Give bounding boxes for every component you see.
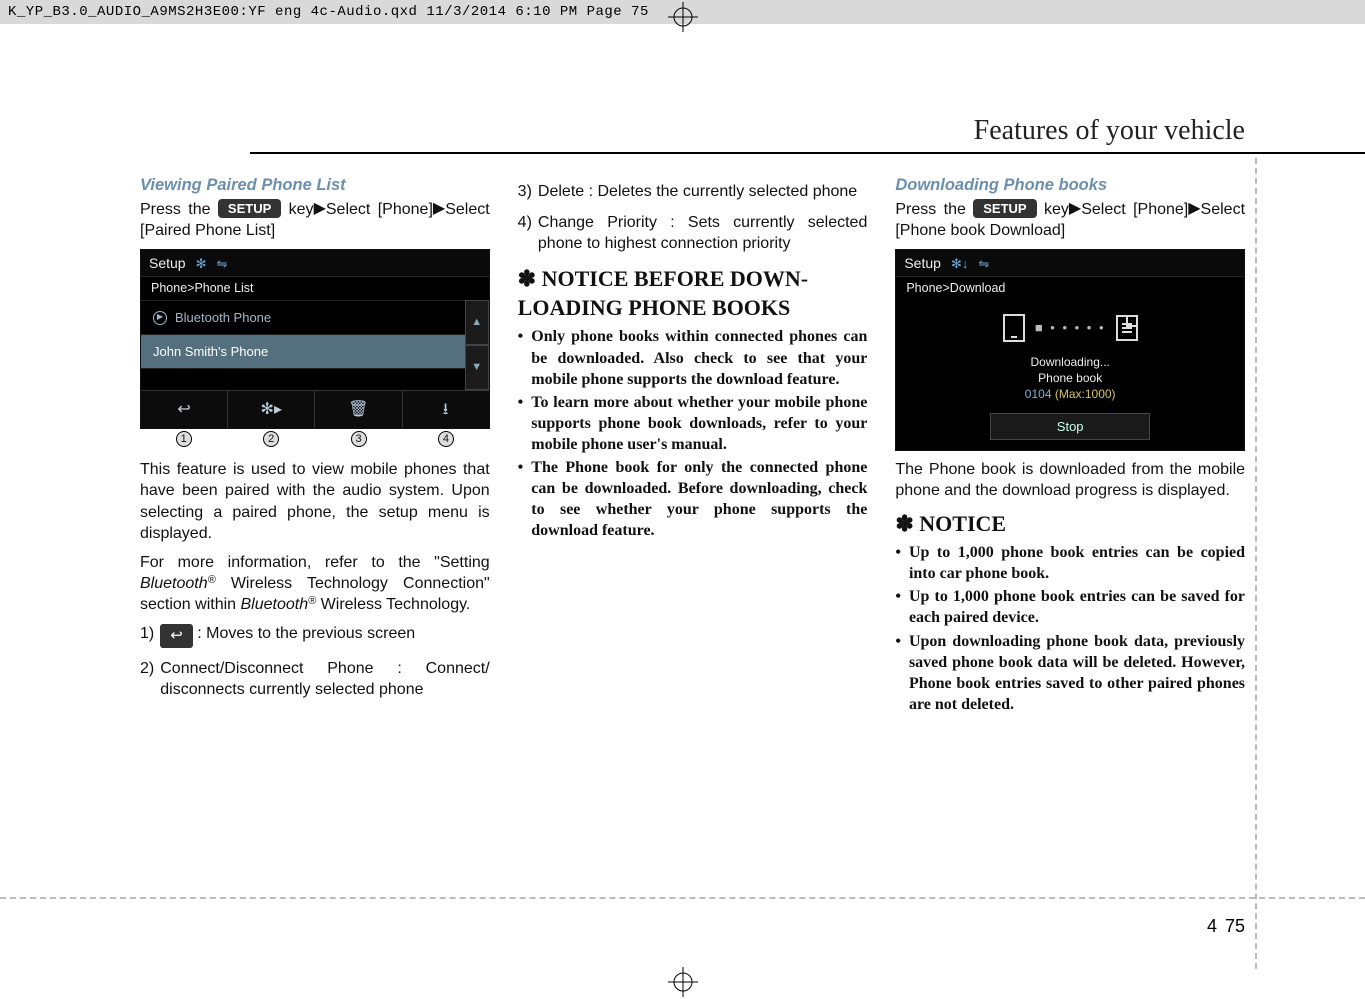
col2-bullets: •Only phone books within connected phone… xyxy=(518,326,868,541)
col1-heading: Viewing Paired Phone List xyxy=(140,175,490,197)
setup-key-pill: SETUP xyxy=(218,199,281,218)
horizontal-rule xyxy=(250,152,1365,154)
col2-bullet-1: •Only phone books within connected phone… xyxy=(518,326,868,389)
shot2-title: Setup xyxy=(904,254,941,272)
scroll-down-icon[interactable]: ▼ xyxy=(465,345,489,390)
stop-button[interactable]: Stop xyxy=(990,413,1150,440)
registration-mark-bottom xyxy=(668,967,698,997)
list-item-3: 3)Delete : Deletes the currently selecte… xyxy=(518,181,868,202)
phone-row-1[interactable]: ▶Bluetooth Phone xyxy=(141,300,465,334)
footer-circle-labels: 1 2 3 4 xyxy=(140,429,490,447)
shot1-title: Setup xyxy=(149,254,186,272)
phone-row-empty xyxy=(141,368,465,390)
carlink-icon: ⇋ xyxy=(217,255,228,272)
col3-bullet-3: •Upon downloading phone book data, previ… xyxy=(895,631,1245,715)
shot1-breadcrumb: Phone>Phone List xyxy=(141,276,489,300)
phone-row-2-selected[interactable]: John Smith's Phone xyxy=(141,334,465,368)
scroll-bar[interactable]: ▲ ▼ xyxy=(465,300,489,390)
col3-notice-title: ✽ NOTICE xyxy=(895,509,1245,538)
scroll-up-icon[interactable]: ▲ xyxy=(465,300,489,345)
section-title: Features of your vehicle xyxy=(974,115,1245,147)
bluetooth-icon: ✻ xyxy=(196,255,207,272)
col3-heading: Downloading Phone books xyxy=(895,175,1245,197)
footer-priority-icon[interactable]: ⭳ xyxy=(403,391,489,428)
footer-delete-icon[interactable]: 🗑 xyxy=(315,391,402,428)
col1-numlist: 1) ↩ : Moves to the previous screen 2) C… xyxy=(140,623,490,700)
document-icon xyxy=(1116,315,1138,341)
bluetooth-download-icon: ✻↓ xyxy=(951,255,968,272)
col2-numlist: 3)Delete : Deletes the currently selecte… xyxy=(518,181,868,254)
col1-para2: For more information, refer to the "Sett… xyxy=(140,552,490,615)
col3-intro: Press the SETUP key▶Select [Phone]▶Selec… xyxy=(895,199,1245,241)
list-item-4: 4)Change Priority : Sets currently selec… xyxy=(518,212,868,254)
col3-bullet-2: •Up to 1,000 phone book entries can be s… xyxy=(895,586,1245,628)
progress-dots-icon: ■ • • • • • xyxy=(1035,319,1106,336)
col3-bullet-1: •Up to 1,000 phone book entries can be c… xyxy=(895,542,1245,584)
phone-device-icon xyxy=(1003,314,1025,342)
download-body: ■ • • • • • Downloading... Phone book 01… xyxy=(896,300,1244,450)
carlink-icon: ⇋ xyxy=(978,255,989,272)
download-screenshot: Setup ✻↓ ⇋ Phone>Download ■ • • • • • Do… xyxy=(895,249,1245,451)
column-3: Downloading Phone books Press the SETUP … xyxy=(895,175,1245,721)
page-number: 475 xyxy=(1207,916,1245,937)
crop-guide-horizontal xyxy=(0,897,1365,899)
shot2-breadcrumb: Phone>Download xyxy=(896,276,1244,300)
phone-list-screenshot: Setup ✻ ⇋ Phone>Phone List ▶Bluetooth Ph… xyxy=(140,249,490,429)
download-text: Downloading... Phone book 0104 (Max:1000… xyxy=(896,354,1244,403)
list-item-1: 1) ↩ : Moves to the previous screen xyxy=(140,623,490,648)
shot1-footer: ↩ ✻▸ 🗑 ⭳ xyxy=(141,390,489,428)
content-columns: Viewing Paired Phone List Press the SETU… xyxy=(140,175,1245,721)
registration-mark-top xyxy=(668,2,698,32)
back-arrow-icon: ↩ xyxy=(160,624,193,648)
col2-notice-title: ✽ NOTICE BEFORE DOWN-LOADING PHONE BOOKS xyxy=(518,264,868,322)
col3-para1: The Phone book is downloaded from the mo… xyxy=(895,459,1245,501)
crop-guide-vertical xyxy=(1255,158,1257,969)
setup-key-pill: SETUP xyxy=(973,199,1036,218)
footer-back-icon[interactable]: ↩ xyxy=(141,391,228,428)
col2-bullet-2: •To learn more about whether your mobile… xyxy=(518,392,868,455)
col2-bullet-3: •The Phone book for only the connected p… xyxy=(518,457,868,541)
footer-connect-icon[interactable]: ✻▸ xyxy=(228,391,315,428)
play-icon: ▶ xyxy=(153,311,167,325)
col1-intro: Press the SETUP key▶Select [Phone]▶Selec… xyxy=(140,199,490,241)
column-2: 3)Delete : Deletes the currently selecte… xyxy=(518,175,868,721)
col3-bullets: •Up to 1,000 phone book entries can be c… xyxy=(895,542,1245,715)
column-1: Viewing Paired Phone List Press the SETU… xyxy=(140,175,490,721)
list-item-2: 2) Connect/Disconnect Phone : Connect/ d… xyxy=(140,658,490,700)
col1-para1: This feature is used to view mobile phon… xyxy=(140,459,490,543)
